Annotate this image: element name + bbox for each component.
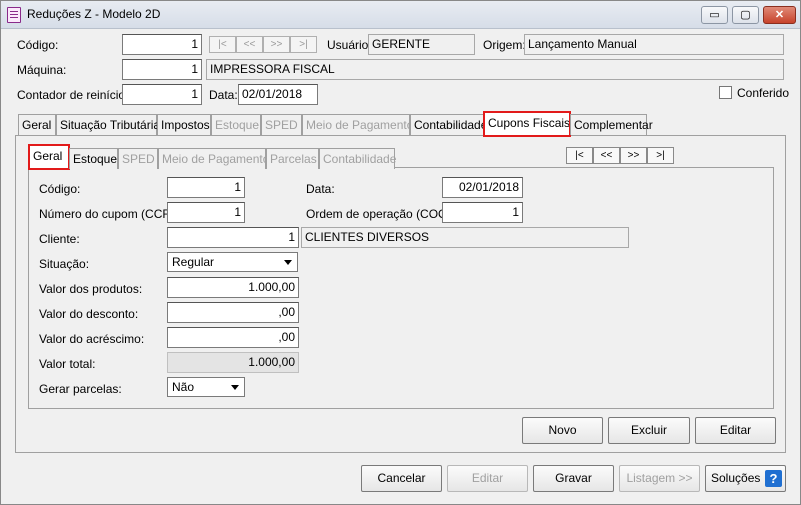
- coo-label: Ordem de operação (COO):: [306, 207, 455, 221]
- total-field: 1.000,00: [167, 352, 299, 373]
- usuario-field: GERENTE: [368, 34, 475, 55]
- codigo-field[interactable]: 1: [122, 34, 202, 55]
- parcelas-label: Gerar parcelas:: [39, 382, 122, 396]
- title-bar: Reduções Z - Modelo 2D ▭ ▢ ✕: [1, 1, 800, 29]
- situacao-select[interactable]: Regular: [167, 252, 298, 272]
- contador-field[interactable]: 1: [122, 84, 202, 105]
- subtab-geral[interactable]: Geral: [28, 144, 70, 170]
- origem-field: Lançamento Manual: [524, 34, 784, 55]
- nav-next-button[interactable]: >>: [263, 36, 290, 53]
- tab-impostos[interactable]: Impostos: [157, 114, 211, 135]
- cliente-description: CLIENTES DIVERSOS: [301, 227, 629, 248]
- tab-cupons-fiscais[interactable]: Cupons Fiscais: [483, 111, 571, 137]
- minimize-button[interactable]: ▭: [701, 6, 728, 24]
- nav-first-button[interactable]: |<: [209, 36, 236, 53]
- subtab-meio-pagamento[interactable]: Meio de Pagamento: [158, 148, 269, 169]
- chevron-down-icon: [228, 380, 242, 394]
- data-label: Data:: [209, 88, 238, 102]
- maquina-field[interactable]: 1: [122, 59, 202, 80]
- form-codigo-label: Código:: [39, 182, 81, 196]
- subnav-prev-button[interactable]: <<: [593, 147, 620, 164]
- tab-geral[interactable]: Geral: [18, 114, 56, 135]
- tab-contabilidade[interactable]: Contabilidade: [410, 114, 487, 135]
- nav-prev-button[interactable]: <<: [236, 36, 263, 53]
- maquina-label: Máquina:: [17, 63, 67, 77]
- nav-last-button[interactable]: >|: [290, 36, 317, 53]
- contador-label: Contador de reinício:: [17, 88, 129, 102]
- solucoes-button[interactable]: Soluções ?: [705, 465, 786, 492]
- desconto-label: Valor do desconto:: [39, 307, 139, 321]
- form-data-field[interactable]: 02/01/2018: [442, 177, 523, 198]
- subtab-contabilidade[interactable]: Contabilidade: [319, 148, 396, 169]
- produtos-label: Valor dos produtos:: [39, 282, 143, 296]
- ccf-field[interactable]: 1: [167, 202, 245, 223]
- excluir-button[interactable]: Excluir: [608, 417, 690, 444]
- novo-button[interactable]: Novo: [522, 417, 603, 444]
- subnav-next-button[interactable]: >>: [620, 147, 647, 164]
- situacao-label: Situação:: [39, 257, 90, 271]
- tab-estoque[interactable]: Estoque: [211, 114, 261, 135]
- gravar-button[interactable]: Gravar: [533, 465, 614, 492]
- cliente-label: Cliente:: [39, 232, 80, 246]
- tab-situacao-tributaria[interactable]: Situação Tributária: [56, 114, 160, 135]
- subnav-last-button[interactable]: >|: [647, 147, 674, 164]
- total-label: Valor total:: [39, 357, 96, 371]
- maquina-description: IMPRESSORA FISCAL: [206, 59, 784, 80]
- form-data-label: Data:: [306, 182, 335, 196]
- tab-complementar[interactable]: Complementar: [570, 114, 653, 135]
- origem-label: Origem:: [483, 38, 526, 52]
- cliente-field[interactable]: 1: [167, 227, 299, 248]
- window-title: Reduções Z - Modelo 2D: [27, 7, 161, 21]
- ccf-label: Número do cupom (CCF):: [39, 207, 178, 221]
- coo-field[interactable]: 1: [442, 202, 523, 223]
- subtab-estoque[interactable]: Estoque: [69, 148, 118, 169]
- listagem-button[interactable]: Listagem >>: [619, 465, 700, 492]
- conferido-checkbox[interactable]: [719, 86, 732, 99]
- data-field[interactable]: 02/01/2018: [238, 84, 318, 105]
- app-icon: [7, 7, 21, 23]
- codigo-label: Código:: [17, 38, 59, 52]
- main-window: Reduções Z - Modelo 2D ▭ ▢ ✕ Código: 1 |…: [0, 0, 801, 505]
- form-codigo-field[interactable]: 1: [167, 177, 245, 198]
- subtab-parcelas[interactable]: Parcelas: [266, 148, 319, 169]
- subtab-sped[interactable]: SPED: [118, 148, 158, 169]
- produtos-field[interactable]: 1.000,00: [167, 277, 299, 298]
- editar-button[interactable]: Editar: [447, 465, 528, 492]
- editar-panel-button[interactable]: Editar: [695, 417, 776, 444]
- cancelar-button[interactable]: Cancelar: [361, 465, 442, 492]
- parcelas-value: Não: [172, 380, 195, 394]
- acrescimo-field[interactable]: ,00: [167, 327, 299, 348]
- maximize-button[interactable]: ▢: [732, 6, 759, 24]
- chevron-down-icon: [281, 255, 295, 269]
- tab-sped[interactable]: SPED: [261, 114, 302, 135]
- solucoes-label: Soluções: [711, 471, 761, 485]
- acrescimo-label: Valor do acréscimo:: [39, 332, 145, 346]
- subnav-first-button[interactable]: |<: [566, 147, 593, 164]
- desconto-field[interactable]: ,00: [167, 302, 299, 323]
- tab-meio-pagamento[interactable]: Meio de Pagamento: [302, 114, 413, 135]
- conferido-label: Conferido: [737, 86, 790, 100]
- close-button[interactable]: ✕: [763, 6, 796, 24]
- situacao-value: Regular: [172, 255, 215, 269]
- parcelas-select[interactable]: Não: [167, 377, 245, 397]
- usuario-label: Usuário:: [327, 38, 372, 52]
- help-icon: ?: [765, 470, 782, 487]
